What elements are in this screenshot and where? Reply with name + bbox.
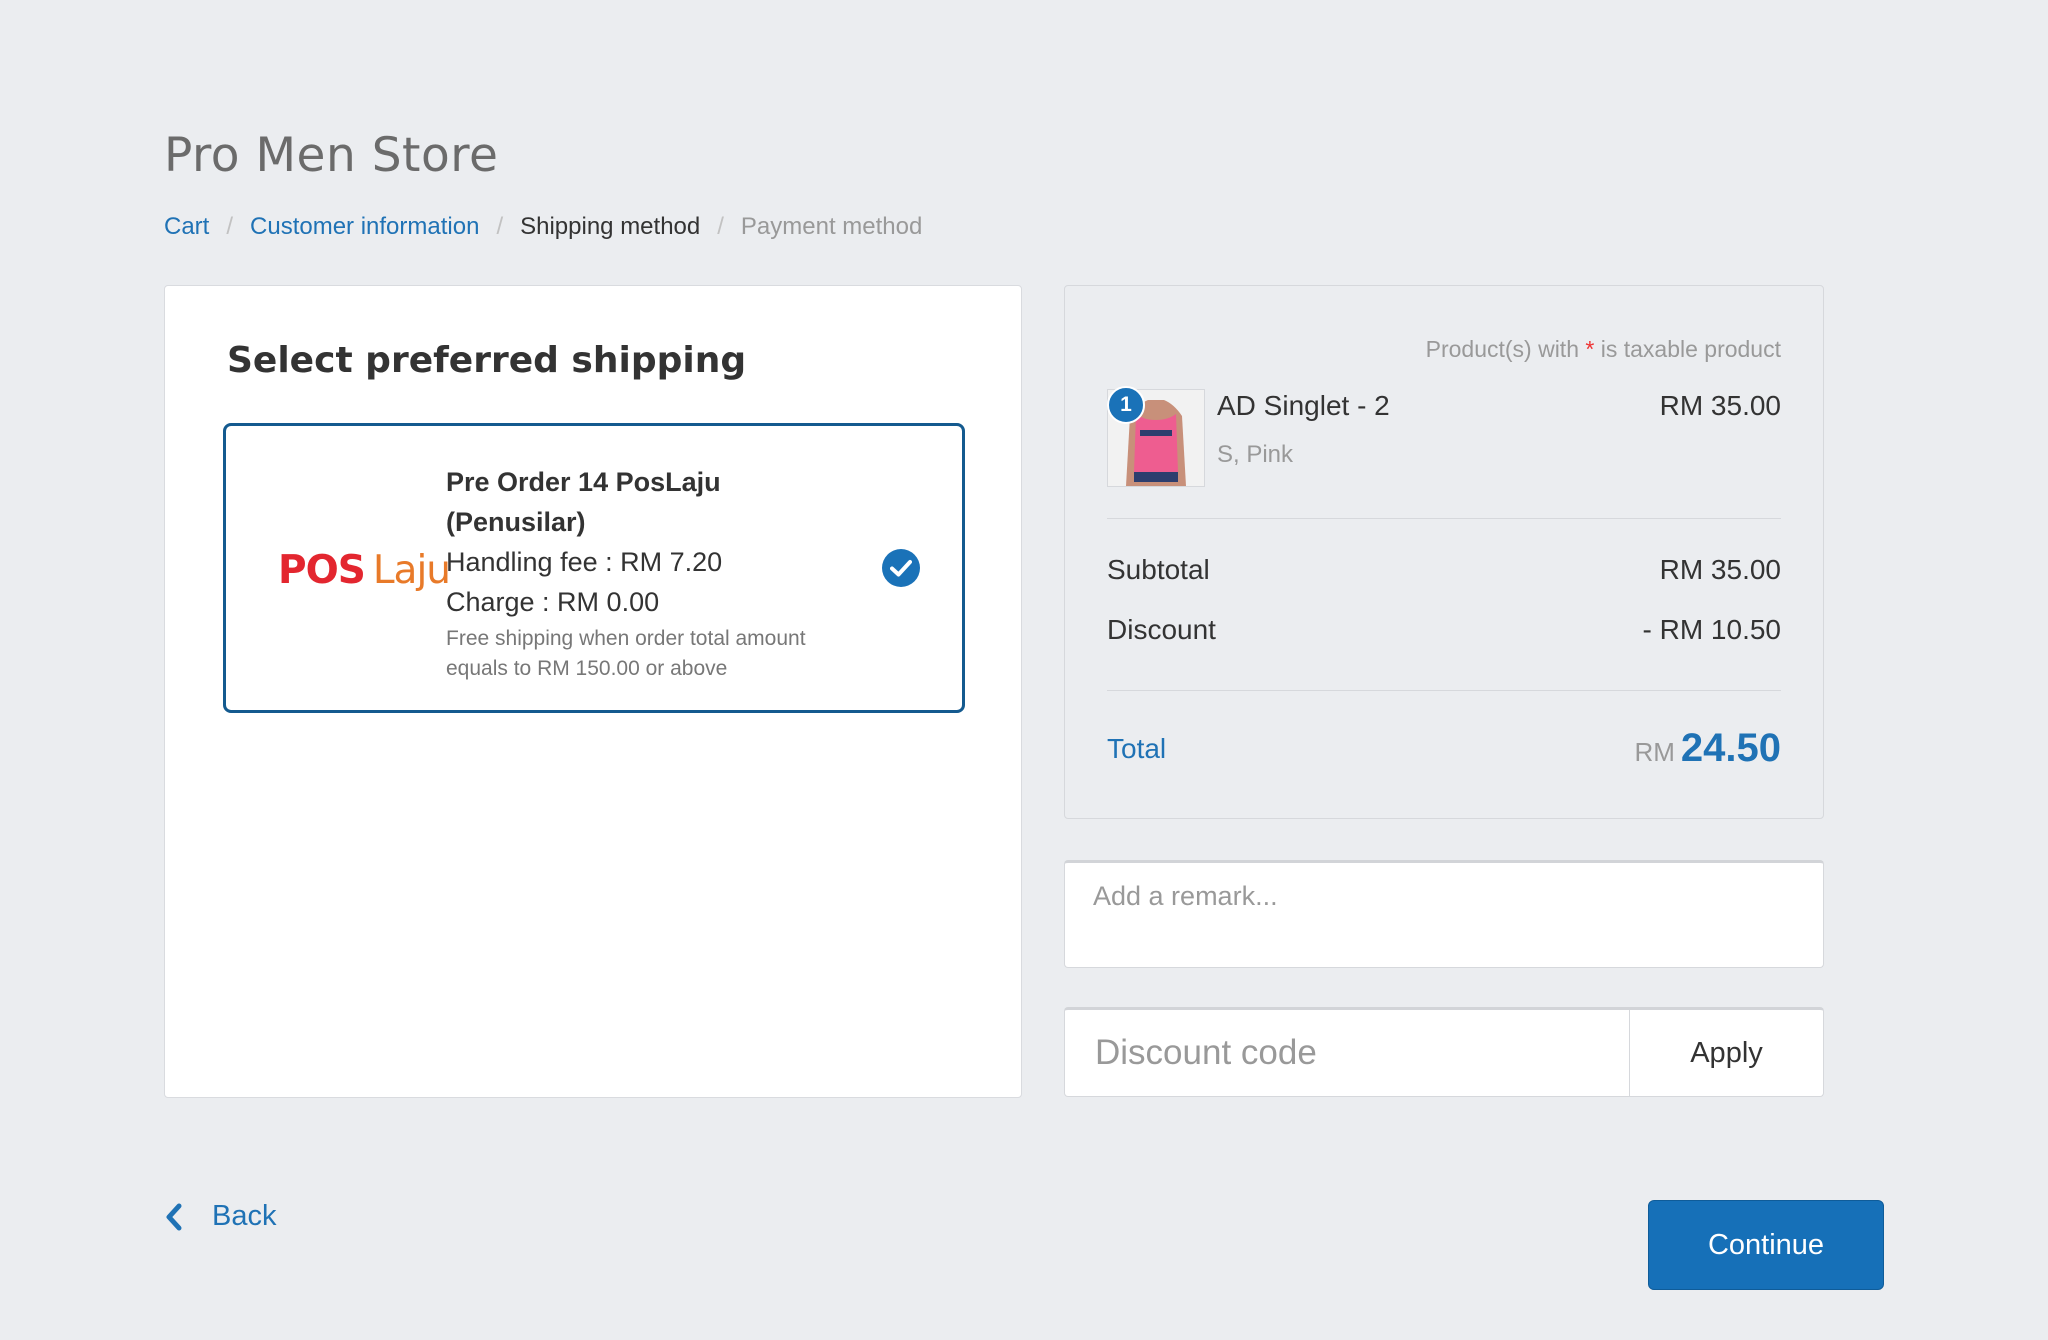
back-link[interactable]: Back bbox=[164, 1200, 276, 1233]
total-amount: 24.50 bbox=[1680, 726, 1781, 770]
continue-button[interactable]: Continue bbox=[1648, 1200, 1884, 1290]
product-name: AD Singlet - 2 bbox=[1217, 390, 1390, 421]
taxable-note-prefix: Product(s) with bbox=[1425, 336, 1579, 362]
shipping-charge: Charge : RM 0.00 bbox=[446, 587, 660, 617]
poslaju-logo-laju: Laju bbox=[372, 548, 451, 593]
breadcrumb-payment-method: Payment method bbox=[740, 213, 923, 240]
store-title: Pro Men Store bbox=[164, 128, 499, 183]
shipping-heading: Select preferred shipping bbox=[227, 340, 747, 381]
subtotal-value: RM 35.00 bbox=[1659, 554, 1781, 585]
breadcrumb-cart[interactable]: Cart bbox=[164, 213, 209, 241]
subtotal-label: Subtotal bbox=[1107, 554, 1210, 585]
breadcrumb-customer-information[interactable]: Customer information bbox=[250, 213, 479, 241]
discount-label: Discount bbox=[1107, 614, 1216, 645]
taxable-note: Product(s) with * is taxable product bbox=[1426, 336, 1781, 363]
breadcrumb-separator: / bbox=[226, 213, 234, 240]
taxable-note-suffix: is taxable product bbox=[1600, 336, 1781, 362]
poslaju-logo-pos: POS bbox=[278, 548, 366, 593]
discount-value: - RM 10.50 bbox=[1642, 614, 1782, 645]
discount-code-input[interactable] bbox=[1065, 1010, 1629, 1096]
quantity-badge: 1 bbox=[1107, 386, 1145, 424]
taxable-star: * bbox=[1585, 336, 1595, 362]
poslaju-logo: POS Laju bbox=[278, 548, 451, 593]
shipping-free-note: Free shipping when order total amount eq… bbox=[446, 624, 866, 684]
checkmark-icon bbox=[890, 560, 912, 577]
summary-divider bbox=[1107, 690, 1781, 691]
shipping-option-name: Pre Order 14 PosLaju bbox=[446, 467, 721, 497]
back-label: Back bbox=[212, 1200, 277, 1232]
discount-code-group: Apply bbox=[1064, 1007, 1824, 1097]
shipping-option-poslaju[interactable]: POS Laju Pre Order 14 PosLaju (Penusilar… bbox=[223, 423, 965, 713]
breadcrumb-shipping-method: Shipping method bbox=[520, 213, 701, 240]
shipping-handling-fee: Handling fee : RM 7.20 bbox=[446, 547, 723, 577]
breadcrumb-separator: / bbox=[717, 213, 724, 240]
shipping-option-name-sub: (Penusilar) bbox=[446, 507, 586, 537]
breadcrumb: Cart / Customer information / Shipping m… bbox=[164, 213, 922, 241]
selected-check-icon bbox=[882, 549, 920, 587]
shipping-option-info: Pre Order 14 PosLaju (Penusilar) Handlin… bbox=[446, 462, 866, 684]
shipping-free-note-line2: equals to RM 150.00 or above bbox=[446, 657, 728, 680]
remark-input[interactable] bbox=[1064, 860, 1824, 968]
product-variant: S, Pink bbox=[1217, 441, 1294, 468]
total-value: RM 24.50 bbox=[1634, 726, 1781, 771]
product-price: RM 35.00 bbox=[1659, 390, 1781, 421]
total-currency: RM bbox=[1634, 737, 1675, 767]
summary-divider bbox=[1107, 518, 1781, 519]
total-label: Total bbox=[1107, 733, 1167, 764]
shipping-free-note-line1: Free shipping when order total amount bbox=[446, 627, 806, 650]
apply-discount-button[interactable]: Apply bbox=[1629, 1010, 1823, 1096]
shipping-panel: Select preferred shipping POS Laju Pre O… bbox=[164, 285, 1022, 1098]
order-summary: Product(s) with * is taxable product 1 A… bbox=[1064, 285, 1824, 819]
breadcrumb-separator: / bbox=[496, 213, 504, 240]
chevron-left-icon bbox=[166, 1203, 182, 1230]
